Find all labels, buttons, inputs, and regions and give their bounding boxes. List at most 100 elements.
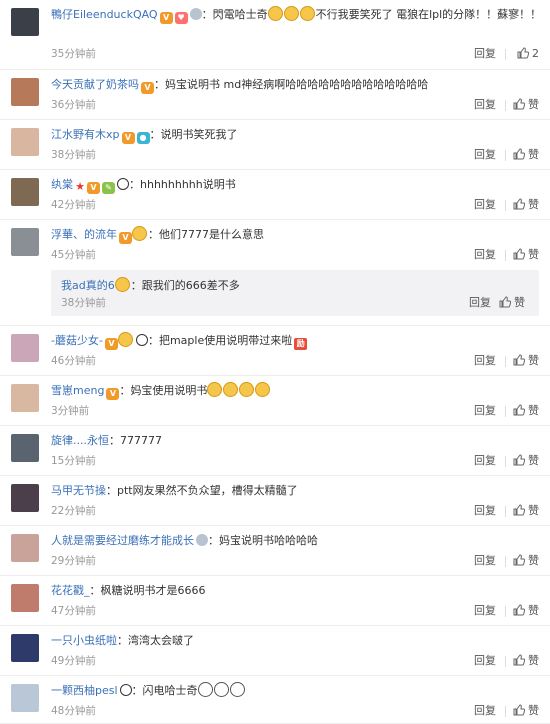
user-avatar[interactable] — [11, 8, 39, 36]
comment-username[interactable]: 雪崽meng — [51, 384, 104, 397]
comment-username[interactable]: 马甲无节操 — [51, 484, 106, 497]
like-button[interactable]: 赞 — [513, 704, 539, 718]
comment-text: 湾湾太会啵了 — [128, 634, 194, 647]
user-avatar[interactable] — [11, 434, 39, 462]
comment-line: 人就是需要经过磨练才能成长 ：妈宝说明书哈哈哈哈 — [51, 532, 544, 549]
comment-text: hhhhhhhhh说明书 — [140, 178, 236, 191]
user-avatar[interactable] — [11, 178, 39, 206]
like-button[interactable]: 赞 — [513, 504, 539, 518]
action-divider — [505, 100, 506, 111]
like-count: 2 — [532, 47, 539, 60]
reply-button[interactable]: 回复 — [474, 604, 496, 618]
comment-username[interactable]: 人就是需要经过磨练才能成长 — [51, 534, 194, 547]
reply-button[interactable]: 回复 — [474, 47, 496, 61]
like-button[interactable]: 赞 — [513, 604, 539, 618]
user-avatar[interactable] — [11, 634, 39, 662]
comment-time: 22分钟前 — [51, 505, 96, 517]
comment-username[interactable]: 江水野有木xp — [51, 128, 120, 141]
comment-text: 闪电哈士奇 — [142, 684, 198, 697]
comment-item: 鴨仔EileenduckQAQ V ♥ ：閃電哈士奇 不行我要笑死了 電狼在lpl的分隊… — [0, 0, 550, 70]
like-count: 赞 — [528, 704, 539, 717]
comment-item: 浮華、的流年 V ：他们7777是什么意思 45分钟前 回复赞我ad真的6 ：跟我们的66… — [0, 220, 550, 326]
comment-username[interactable]: 鴨仔EileenduckQAQ — [51, 8, 158, 21]
action-divider — [505, 606, 506, 617]
comment-line: 今天贡献了奶茶吗 V ：妈宝说明书 md神经病啊哈哈哈哈哈哈哈哈哈哈哈哈哈 — [51, 76, 544, 94]
reply-button[interactable]: 回复 — [474, 148, 496, 162]
vip-badge-icon: V — [119, 232, 132, 244]
like-button[interactable]: 赞 — [513, 148, 539, 162]
reply-button[interactable]: 回复 — [474, 248, 496, 262]
comment-username[interactable]: 旋律....永恒 — [51, 434, 109, 447]
laugh-cry-emoji-icon — [255, 382, 271, 397]
comment-time: 46分钟前 — [51, 355, 96, 367]
like-button[interactable]: 赞 — [513, 198, 539, 212]
thumbs-up-icon — [513, 704, 528, 717]
user-avatar[interactable] — [11, 334, 39, 362]
like-button[interactable]: 赞 — [513, 248, 539, 262]
comment-username[interactable]: 纨棠 — [51, 178, 73, 191]
user-avatar[interactable] — [11, 584, 39, 612]
like-button[interactable]: 2 — [517, 47, 539, 61]
encourage-badge-icon: 励 — [294, 338, 308, 350]
like-button[interactable]: 赞 — [513, 98, 539, 112]
comment-line: 一颗西柚pesl ：闪电哈士奇 — [51, 682, 544, 699]
reply-button[interactable]: 回复 — [474, 98, 496, 112]
comment-time: 36分钟前 — [51, 99, 96, 111]
comment-username[interactable]: -蘑菇少女- — [51, 334, 103, 347]
comment-item: 旋律....永恒：777777 15分钟前 回复 赞 — [0, 426, 550, 476]
comment-username[interactable]: 一颗西柚pesl — [51, 684, 118, 697]
like-button[interactable]: 赞 — [513, 404, 539, 418]
comment-item: 马甲无节操：ptt网友果然不负众望，槽得太精髓了 22分钟前 回复 赞 — [0, 476, 550, 526]
like-button[interactable]: 赞 — [513, 554, 539, 568]
reply-button[interactable]: 回复 — [474, 704, 496, 718]
like-count: 赞 — [528, 148, 539, 161]
reply-button[interactable]: 回复 — [474, 404, 496, 418]
reply-button[interactable]: 回复 — [474, 354, 496, 368]
reply-button[interactable]: 回复 — [474, 198, 496, 212]
like-count: 赞 — [528, 404, 539, 417]
user-avatar[interactable] — [11, 534, 39, 562]
like-button[interactable]: 赞 — [513, 454, 539, 468]
user-avatar[interactable] — [11, 128, 39, 156]
like-count: 赞 — [528, 454, 539, 467]
colon-separator: ： — [154, 78, 165, 91]
comment-username[interactable]: 一只小虫纸啦 — [51, 634, 117, 647]
sunglasses-emoji-icon — [132, 226, 147, 241]
vip-badge-icon: V — [104, 338, 118, 350]
like-button[interactable]: 赞 — [499, 296, 525, 310]
reply-button[interactable]: 回复 — [474, 504, 496, 518]
reply-username[interactable]: 我ad真的6 — [61, 279, 115, 292]
reply-button[interactable]: 回复 — [474, 554, 496, 568]
sunglasses-emoji-icon — [117, 332, 133, 347]
user-avatar[interactable] — [11, 684, 39, 712]
like-button[interactable]: 赞 — [513, 354, 539, 368]
smile-emoji-icon — [114, 277, 130, 292]
leaf-badge-icon: ✎ — [102, 182, 115, 194]
vip-badge-icon: V — [106, 388, 120, 400]
action-divider — [505, 406, 506, 417]
comment-username[interactable]: 浮華、的流年 — [51, 228, 117, 241]
comment-time: 3分钟前 — [51, 405, 90, 417]
reply-button[interactable]: 回复 — [474, 454, 496, 468]
action-divider — [505, 356, 506, 367]
user-avatar[interactable] — [11, 78, 39, 106]
comment-username[interactable]: 花花戳_ — [51, 584, 90, 597]
comment-text: 777777 — [120, 434, 162, 447]
like-count: 赞 — [528, 354, 539, 367]
colon-separator: ： — [130, 279, 142, 292]
comment-item: 人就是需要经过磨练才能成长 ：妈宝说明书哈哈哈哈 29分钟前 回复 赞 — [0, 526, 550, 576]
reply-button[interactable]: 回复 — [474, 654, 496, 668]
laugh-cry-emoji-icon — [299, 6, 315, 21]
reply-button[interactable]: 回复 — [469, 296, 491, 310]
comment-time: 29分钟前 — [51, 555, 96, 567]
comment-item: 雪崽meng V ：妈宝使用说明书 3分钟前 回复 赞 — [0, 376, 550, 426]
like-button[interactable]: 赞 — [513, 654, 539, 668]
thumbs-up-icon — [513, 554, 528, 567]
user-avatar[interactable] — [11, 484, 39, 512]
colon-separator: ： — [129, 178, 140, 191]
comment-username[interactable]: 今天贡献了奶茶吗 — [51, 78, 139, 91]
user-avatar[interactable] — [11, 384, 39, 412]
colon-separator: ： — [89, 584, 101, 597]
user-avatar[interactable] — [11, 228, 39, 256]
laugh-cry-emoji-icon — [207, 382, 223, 397]
